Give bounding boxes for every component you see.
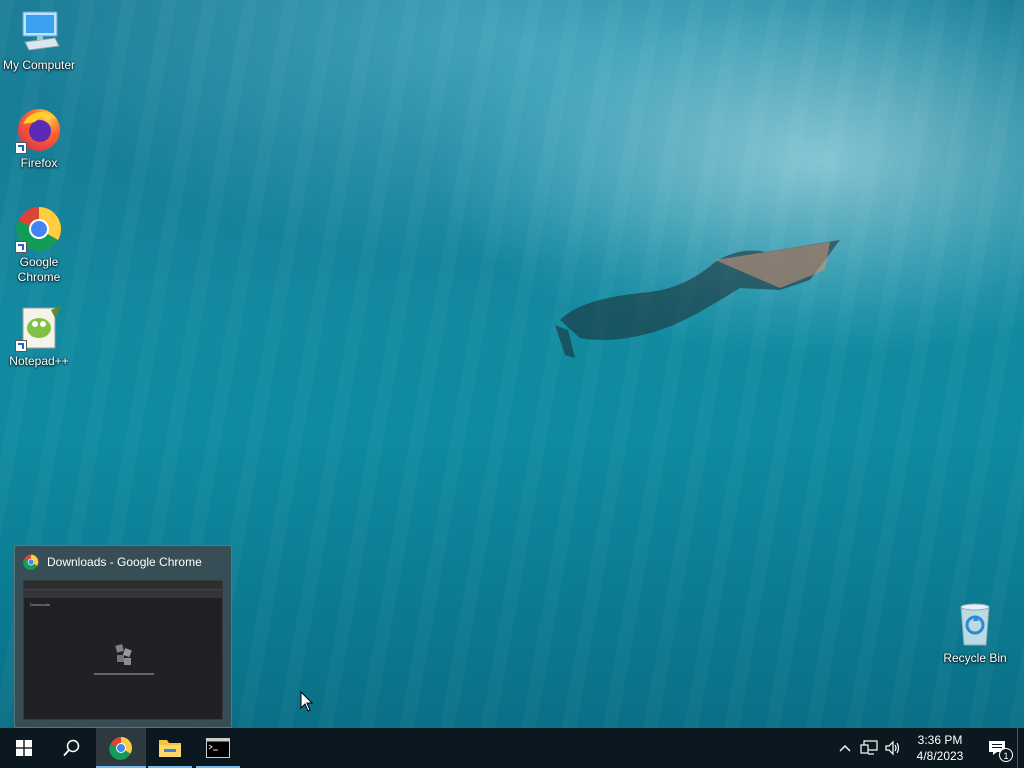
preview-empty-text-line	[94, 673, 154, 675]
clock-date: 4/8/2023	[916, 749, 964, 763]
desktop-icon-label: Google Chrome	[17, 255, 61, 284]
speaker-icon	[885, 740, 900, 756]
preview-title: Downloads - Google Chrome	[47, 555, 202, 569]
clock-time: 3:36 PM	[917, 733, 963, 747]
chevron-up-icon	[839, 745, 851, 752]
mouse-cursor-icon	[300, 691, 314, 712]
chrome-icon	[15, 205, 63, 253]
terminal-icon	[206, 738, 230, 758]
shortcut-arrow-icon	[15, 142, 27, 154]
show-hidden-icons-button[interactable]	[833, 728, 857, 768]
taskbar-app-google-chrome[interactable]	[96, 728, 146, 768]
computer-icon	[15, 8, 63, 56]
preview-page-title: Downloads	[30, 602, 50, 607]
search-icon	[63, 739, 80, 757]
search-button[interactable]	[48, 728, 96, 768]
downloads-empty-icon	[115, 644, 132, 665]
desktop-icon-label: Recycle Bin	[943, 651, 1007, 665]
desktop-icon-notepadpp[interactable]: Notepad++	[0, 304, 78, 369]
shortcut-arrow-icon	[15, 241, 27, 253]
volume-button[interactable]	[881, 728, 905, 768]
start-button[interactable]	[0, 728, 48, 768]
taskbar-clock[interactable]: 3:36 PM 4/8/2023	[909, 732, 971, 764]
taskbar: 3:36 PM 4/8/2023 1	[0, 728, 1024, 768]
taskbar-thumbnail-preview[interactable]: Downloads - Google Chrome Downloads	[14, 545, 232, 728]
network-button[interactable]	[857, 728, 881, 768]
firefox-icon	[15, 106, 63, 154]
desktop-icon-firefox[interactable]: Firefox	[0, 106, 78, 171]
action-center-button[interactable]: 1	[977, 728, 1017, 768]
system-tray: 3:36 PM 4/8/2023 1	[833, 728, 1024, 768]
windows-start-icon	[16, 740, 32, 756]
desktop-icon-my-computer[interactable]: My Computer	[0, 8, 78, 73]
chrome-icon	[109, 737, 132, 760]
chrome-icon	[23, 554, 39, 570]
desktop-icon-recycle-bin[interactable]: Recycle Bin	[936, 601, 1014, 666]
preview-tabstrip	[24, 581, 222, 589]
desktop-icon-label: Notepad++	[9, 354, 69, 368]
shortcut-arrow-icon	[15, 340, 27, 352]
preview-thumbnail[interactable]: Downloads	[23, 580, 223, 720]
wallpaper-diver	[555, 240, 840, 358]
recycle-bin-icon	[951, 601, 999, 649]
desktop-icon-label: My Computer	[2, 58, 76, 72]
taskbar-app-command-prompt[interactable]	[194, 728, 242, 768]
taskbar-app-file-explorer[interactable]	[146, 728, 194, 768]
preview-header: Downloads - Google Chrome	[15, 546, 231, 578]
network-icon	[860, 740, 878, 755]
desktop-icon-google-chrome[interactable]: Google Chrome	[0, 205, 78, 285]
desktop[interactable]: My Computer Firefox Google Chrome Notepa…	[0, 0, 1024, 728]
show-desktop-button[interactable]	[1017, 728, 1024, 768]
notification-count-badge: 1	[999, 748, 1013, 762]
folder-icon	[159, 740, 181, 757]
notepadpp-icon	[15, 304, 63, 352]
preview-toolbar	[24, 589, 222, 598]
desktop-icon-label: Firefox	[20, 156, 58, 170]
